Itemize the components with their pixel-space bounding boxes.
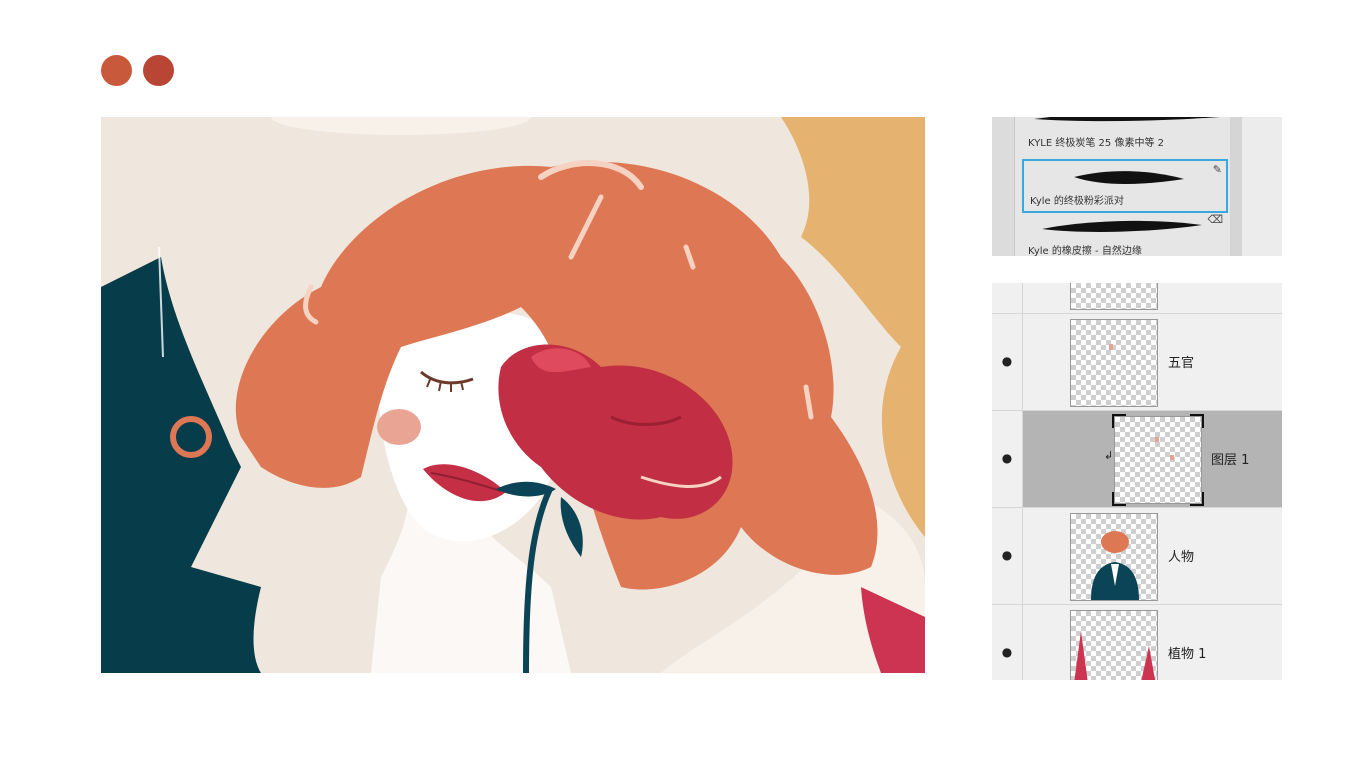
brush-presets-panel: ✎ KYLE 终极炭笔 25 像素中等 2 ✎ Kyle 的终极粉彩派对 ⌫ K…: [992, 117, 1282, 256]
visibility-column: [992, 283, 1023, 313]
thumbnail-figure: [1091, 531, 1139, 600]
layer-name: 五官: [1168, 356, 1195, 371]
brush-icon: ✎: [1214, 117, 1223, 118]
brush-label: Kyle 的终极粉彩派对: [1030, 196, 1124, 207]
layer-row[interactable]: ● 人物: [992, 508, 1282, 605]
layer-row[interactable]: ● 五官: [992, 314, 1282, 411]
brush-panel-left-rail: [992, 117, 1015, 256]
brush-label: KYLE 终极炭笔 25 像素中等 2: [1028, 138, 1165, 149]
visibility-column: ●: [992, 508, 1023, 604]
layers-panel: ● 五官 ● ↲ 图层 1 ● 人物 ● 植物 1: [992, 283, 1282, 680]
layer-row[interactable]: [992, 283, 1282, 314]
layer-name: 植物 1: [1168, 647, 1207, 662]
brush-icon: ✎: [1212, 163, 1222, 176]
brush-label: Kyle 的橡皮擦 - 自然边缘: [1028, 246, 1142, 256]
eye-icon[interactable]: ●: [1000, 354, 1014, 368]
thumbnail-corner: [1112, 414, 1126, 428]
layer-row-selected[interactable]: ● ↲ 图层 1: [992, 411, 1282, 508]
brush-panel-right-area: [1242, 117, 1282, 256]
brush-panel-scrollbar[interactable]: [1230, 117, 1242, 256]
thumbnail-corner: [1112, 492, 1126, 506]
layer-thumbnail: [1070, 610, 1158, 680]
brush-stroke-preview: [1034, 117, 1220, 122]
decorative-dot-1: [101, 55, 132, 86]
brush-item[interactable]: ✎ KYLE 终极炭笔 25 像素中等 2: [1022, 117, 1227, 153]
layer-thumbnail: [1070, 513, 1158, 601]
visibility-column: ●: [992, 314, 1023, 410]
thumbnail-corner: [1190, 492, 1204, 506]
layer-name: 人物: [1168, 550, 1195, 565]
brush-item-selected[interactable]: ✎ Kyle 的终极粉彩派对: [1022, 159, 1228, 213]
layer-thumbnail: [1114, 416, 1202, 504]
thumbnail-plants: [1074, 631, 1156, 680]
brush-stroke-preview: [1074, 171, 1184, 184]
layer-thumbnail: [1070, 319, 1158, 407]
thumbnail-corner: [1190, 414, 1204, 428]
thumbnail-mark: [1155, 437, 1159, 442]
illustration: [101, 117, 925, 673]
eye-icon[interactable]: ●: [1000, 451, 1014, 465]
layer-row[interactable]: ● 植物 1: [992, 605, 1282, 680]
decorative-dot-2: [143, 55, 174, 86]
eye-icon[interactable]: ●: [1000, 645, 1014, 659]
eye-icon[interactable]: ●: [1000, 548, 1014, 562]
visibility-column: ●: [992, 605, 1023, 680]
visibility-column: ●: [992, 411, 1023, 507]
thumbnail-mark: [1109, 344, 1113, 350]
clipping-mask-icon: ↲: [1104, 449, 1114, 462]
illustration-art: [101, 117, 925, 673]
eraser-icon: ⌫: [1207, 213, 1223, 226]
brush-stroke-preview: [1042, 220, 1202, 232]
layer-thumbnail: [1070, 283, 1158, 310]
layer-name: 图层 1: [1211, 453, 1250, 468]
thumbnail-mark: [1170, 455, 1174, 460]
brush-item[interactable]: ⌫ Kyle 的橡皮擦 - 自然边缘: [1022, 211, 1227, 256]
